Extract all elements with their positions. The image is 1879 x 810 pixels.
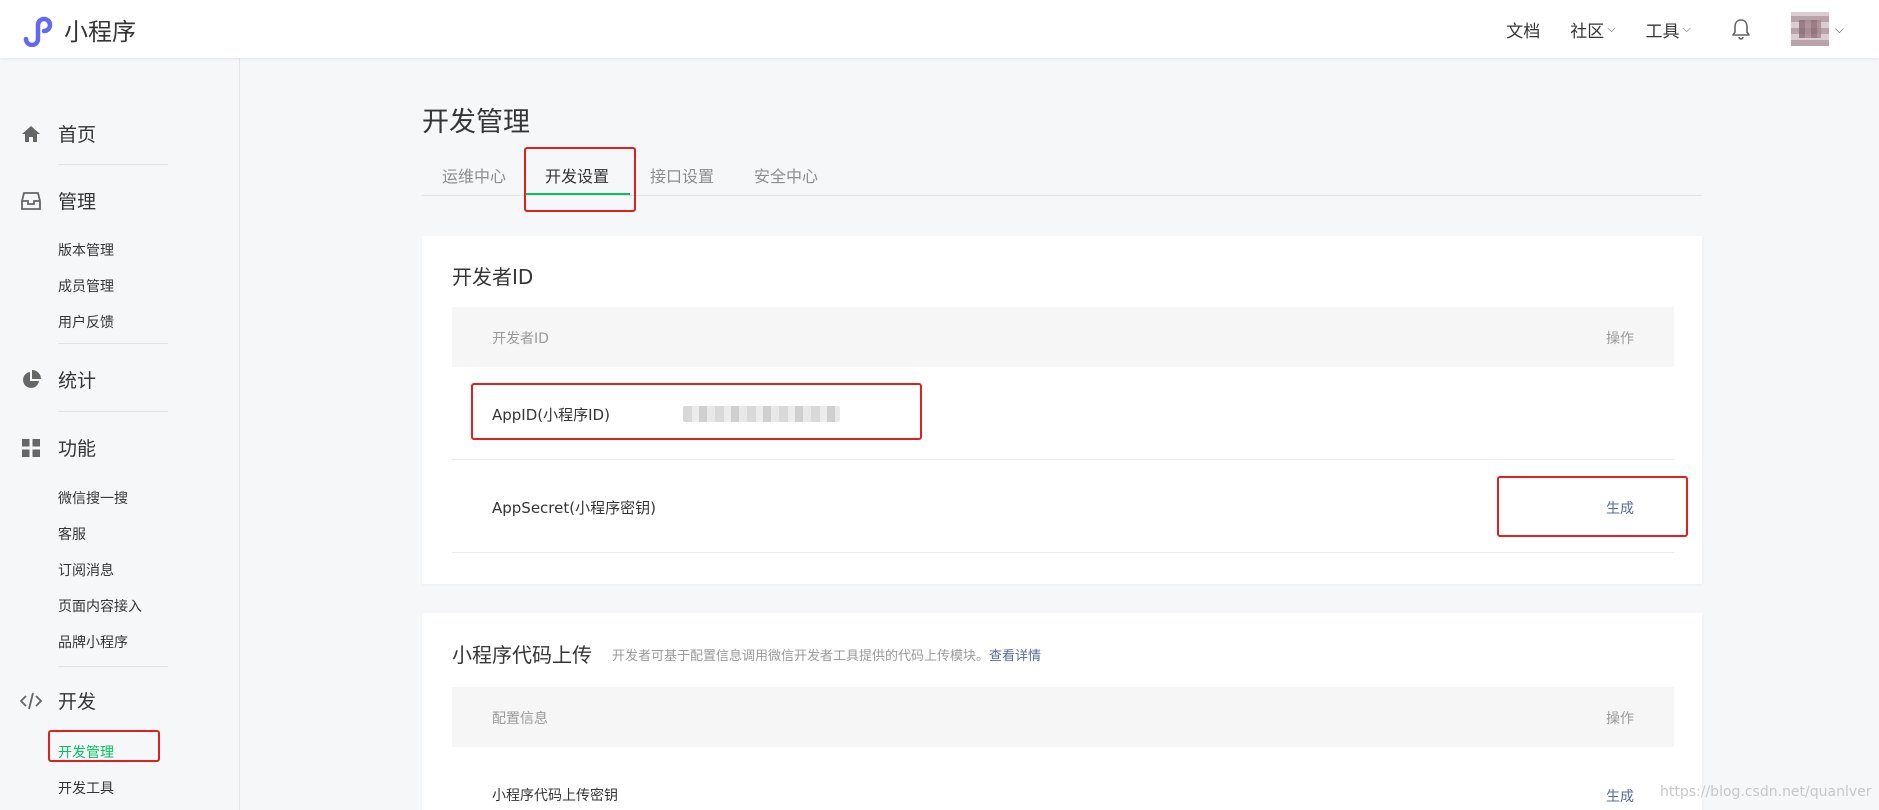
active-tab-indicator bbox=[526, 193, 630, 195]
appid-label: AppID(小程序ID) bbox=[492, 406, 610, 424]
watermark: https://blog.csdn.net/quanlver bbox=[1660, 784, 1872, 800]
sidebar-item-customer-service[interactable]: 客服 bbox=[58, 524, 86, 544]
logo[interactable]: 小程序 bbox=[20, 12, 136, 47]
miniprogram-logo-icon bbox=[20, 13, 54, 47]
sidebar-item-member-management[interactable]: 成员管理 bbox=[58, 276, 114, 296]
table-row: AppSecret(小程序密钥) 生成 bbox=[452, 460, 1674, 553]
column-header-action: 操作 bbox=[1606, 331, 1634, 347]
generate-upload-key-button[interactable]: 生成 bbox=[1606, 786, 1634, 806]
nav-docs-label: 文档 bbox=[1506, 21, 1541, 42]
sidebar-item-page-content[interactable]: 页面内容接入 bbox=[58, 596, 142, 616]
column-header-developer-id: 开发者ID bbox=[492, 331, 549, 347]
card-subtitle-text: 开发者可基于配置信息调用微信开发者工具提供的代码上传模块。 bbox=[612, 649, 990, 664]
sidebar-item-label: 首页 bbox=[58, 124, 97, 146]
chevron-down-icon: ⌵ bbox=[1607, 22, 1616, 35]
bell-icon[interactable] bbox=[1731, 18, 1751, 40]
code-icon bbox=[20, 690, 42, 712]
nav-community[interactable]: 社区 ⌵ bbox=[1570, 17, 1615, 42]
nav-tools-label: 工具 bbox=[1645, 21, 1680, 42]
appid-value-redacted bbox=[683, 406, 840, 422]
upload-key-label: 小程序代码上传密钥 bbox=[492, 788, 618, 804]
inbox-icon bbox=[20, 190, 42, 212]
pie-chart-icon bbox=[20, 369, 42, 391]
tab-dev-settings[interactable]: 开发设置 bbox=[545, 163, 609, 187]
card-title: 开发者ID bbox=[452, 265, 534, 289]
table-header: 开发者ID 操作 bbox=[452, 307, 1674, 367]
sidebar-item-brand-miniprogram[interactable]: 品牌小程序 bbox=[58, 632, 128, 652]
card-subtitle: 开发者可基于配置信息调用微信开发者工具提供的代码上传模块。查看详情 bbox=[612, 645, 1041, 664]
sidebar-divider bbox=[58, 666, 168, 667]
appsecret-label: AppSecret(小程序密钥) bbox=[492, 499, 656, 517]
sidebar-item-subscribe-message[interactable]: 订阅消息 bbox=[58, 560, 114, 580]
sidebar: 首页 管理 版本管理 成员管理 用户反馈 统计 功能 微信搜一搜 客服 订阅消息… bbox=[0, 58, 240, 810]
home-icon bbox=[20, 123, 42, 145]
app-name: 小程序 bbox=[64, 18, 136, 46]
table-row: 小程序代码上传密钥 生成 bbox=[452, 747, 1674, 810]
sidebar-divider bbox=[58, 411, 168, 412]
top-nav: 文档 社区 ⌵ 工具 ⌵ ⌵ bbox=[1506, 0, 1844, 58]
column-header-action: 操作 bbox=[1606, 711, 1634, 727]
avatar bbox=[1790, 12, 1829, 46]
nav-tools[interactable]: 工具 ⌵ bbox=[1646, 17, 1691, 42]
table-header: 配置信息 操作 bbox=[452, 687, 1674, 747]
sidebar-item-stats[interactable]: 统计 bbox=[20, 366, 96, 393]
tab-api-settings[interactable]: 接口设置 bbox=[650, 163, 714, 187]
column-header-config: 配置信息 bbox=[492, 711, 548, 727]
sidebar-item-dev-management[interactable]: 开发管理 bbox=[58, 742, 114, 762]
sidebar-item-manage[interactable]: 管理 bbox=[20, 187, 96, 214]
chevron-down-icon: ⌵ bbox=[1682, 22, 1691, 35]
page-title: 开发管理 bbox=[422, 107, 530, 138]
nav-community-label: 社区 bbox=[1570, 21, 1605, 42]
sidebar-divider bbox=[58, 343, 168, 344]
sidebar-item-version-management[interactable]: 版本管理 bbox=[58, 240, 114, 260]
account-menu[interactable]: ⌵ bbox=[1790, 12, 1844, 46]
sidebar-item-features[interactable]: 功能 bbox=[20, 434, 96, 461]
card-title: 小程序代码上传 bbox=[452, 643, 592, 667]
table-row: AppID(小程序ID) bbox=[452, 367, 1674, 460]
chevron-down-icon: ⌵ bbox=[1834, 21, 1844, 36]
grid-icon bbox=[20, 437, 42, 459]
sidebar-item-label: 管理 bbox=[58, 191, 97, 213]
code-upload-card: 小程序代码上传 开发者可基于配置信息调用微信开发者工具提供的代码上传模块。查看详… bbox=[422, 613, 1702, 810]
tab-ops-center[interactable]: 运维中心 bbox=[442, 163, 506, 187]
top-bar: 小程序 文档 社区 ⌵ 工具 ⌵ ⌵ bbox=[0, 0, 1879, 58]
sidebar-item-label: 开发 bbox=[58, 691, 97, 713]
developer-id-card: 开发者ID 开发者ID 操作 AppID(小程序ID) AppSecret(小程… bbox=[422, 236, 1702, 584]
sidebar-item-dev-tools[interactable]: 开发工具 bbox=[58, 778, 114, 798]
sidebar-item-label: 功能 bbox=[58, 438, 97, 460]
sidebar-item-label: 统计 bbox=[58, 370, 97, 392]
generate-appsecret-button[interactable]: 生成 bbox=[1606, 498, 1634, 518]
tab-bar: 运维中心 开发设置 接口设置 安全中心 bbox=[422, 148, 1702, 196]
nav-docs[interactable]: 文档 bbox=[1506, 17, 1540, 42]
sidebar-item-wechat-search[interactable]: 微信搜一搜 bbox=[58, 488, 128, 508]
sidebar-divider bbox=[58, 164, 168, 165]
sidebar-item-dev[interactable]: 开发 bbox=[20, 687, 96, 714]
sidebar-item-user-feedback[interactable]: 用户反馈 bbox=[58, 312, 114, 332]
sidebar-item-home[interactable]: 首页 bbox=[20, 120, 96, 147]
tab-security-center[interactable]: 安全中心 bbox=[754, 163, 818, 187]
view-details-link[interactable]: 查看详情 bbox=[989, 649, 1041, 664]
